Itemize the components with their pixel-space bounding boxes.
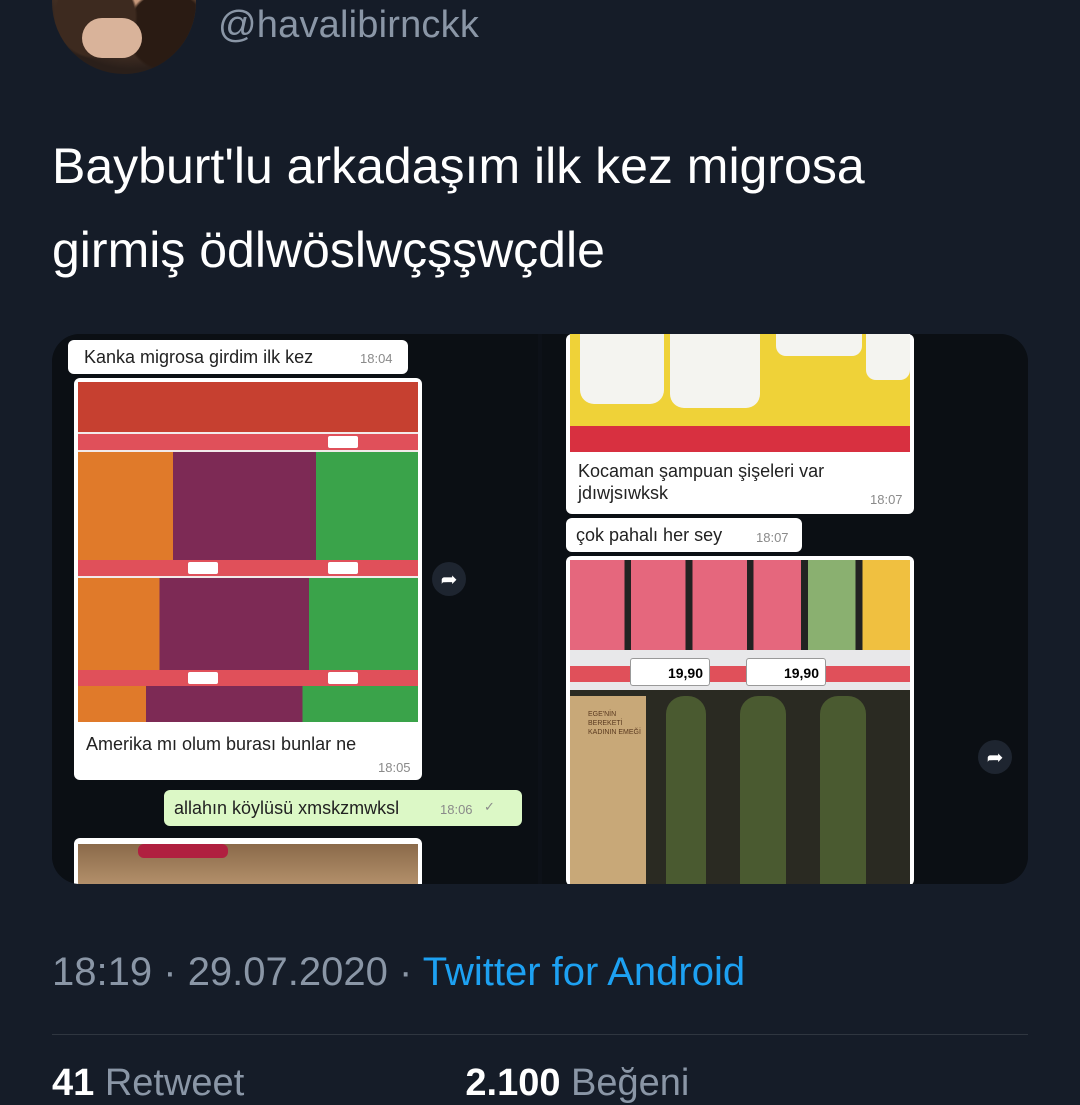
share-arrow-icon[interactable]: ➦ <box>432 562 466 596</box>
tweet-stats: 41 Retweet 2.100 Beğeni <box>52 1062 689 1105</box>
chat-bubble-photo-partial <box>74 838 422 884</box>
chat-message-time: 18:04 <box>360 351 393 366</box>
retweet-count[interactable]: 41 <box>52 1062 94 1104</box>
chat-bubble-outgoing: allahın köylüsü xmskzmwksl 18:06 ✓ <box>164 790 522 826</box>
chat-bubble-incoming: çok pahalı her sey 18:07 <box>566 518 802 552</box>
product-box-text: EGE'NİN BEREKETİ KADININ EMEĞİ <box>588 711 641 736</box>
price-value: 19,90 <box>783 665 819 681</box>
tweet-text: Bayburt'lu arkadaşım ilk kez migrosa gir… <box>52 138 865 278</box>
chat-bubble-photo: Kocaman şampuan şişeleri var jdıwjsıwksk… <box>566 334 914 514</box>
chat-message-time: 18:06 <box>440 802 473 817</box>
price-value: 19,90 <box>667 665 703 681</box>
chat-message-text: Kocaman şampuan şişeleri var jdıwjsıwksk <box>578 461 825 503</box>
tweet-time: 18:19 <box>52 950 153 994</box>
tweet-media[interactable]: Kanka migrosa girdim ilk kez 18:04 Ameri… <box>52 334 1028 884</box>
chat-bubble-incoming: Kanka migrosa girdim ilk kez 18:04 <box>68 340 408 374</box>
chat-message-text: allahın köylüsü xmskzmwksl <box>174 798 400 818</box>
chips-shelf-photo <box>78 382 418 722</box>
user-handle[interactable]: @havalibirnckk <box>218 4 479 47</box>
avatar-hand <box>82 18 142 58</box>
shampoo-shelf-photo <box>570 334 910 452</box>
tweet-meta: 18:19 · 29.07.2020 · Twitter for Android <box>52 950 745 995</box>
tweet-date: 29.07.2020 <box>187 950 388 994</box>
like-label[interactable]: Beğeni <box>571 1062 689 1104</box>
chat-message-time: 18:07 <box>756 530 789 545</box>
avatar[interactable] <box>52 0 196 74</box>
share-arrow-icon[interactable]: ➦ <box>978 740 1012 774</box>
price-tag: 19,90 <box>630 658 710 686</box>
meta-separator: · <box>163 950 177 994</box>
chat-message-time: 18:07 <box>870 492 903 507</box>
chat-bubble-photo: 19,90 19,90 EGE'NİN BEREKETİ KADININ EME… <box>566 556 914 884</box>
price-tag: 19,90 <box>746 658 826 686</box>
product-box: EGE'NİN BEREKETİ KADININ EMEĞİ <box>570 696 646 884</box>
chat-message-time: 18:05 <box>378 760 411 775</box>
chat-message-text: Amerika mı olum burası bunlar ne <box>86 734 357 754</box>
meta-separator: · <box>399 950 413 994</box>
retweet-label[interactable]: Retweet <box>105 1062 244 1104</box>
like-count[interactable]: 2.100 <box>465 1062 560 1104</box>
partial-photo <box>78 844 418 884</box>
oil-bottles-photo: 19,90 19,90 EGE'NİN BEREKETİ KADININ EME… <box>570 560 910 884</box>
divider <box>52 1034 1028 1035</box>
media-right-screenshot[interactable]: Kocaman şampuan şişeleri var jdıwjsıwksk… <box>542 334 1028 884</box>
chat-message-text: Kanka migrosa girdim ilk kez <box>84 347 314 367</box>
tweet-source-link[interactable]: Twitter for Android <box>423 950 745 994</box>
double-check-icon: ✓ <box>484 799 495 814</box>
chat-message-text: çok pahalı her sey <box>576 525 723 545</box>
chat-bubble-photo: Amerika mı olum burası bunlar ne 18:05 <box>74 378 422 780</box>
media-left-screenshot[interactable]: Kanka migrosa girdim ilk kez 18:04 Ameri… <box>52 334 538 884</box>
